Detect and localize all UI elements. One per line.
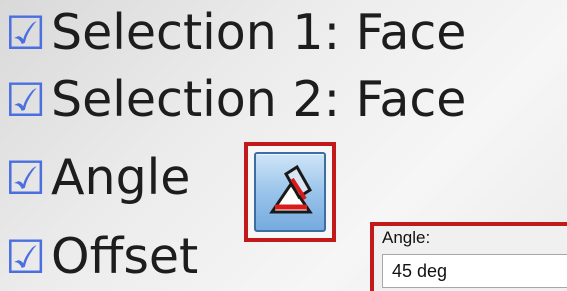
checklist-item-label: Angle — [51, 149, 191, 206]
checklist-item-selection-2: ☑ Selection 2: Face — [0, 70, 466, 130]
checklist-item-label: Selection 2: Face — [51, 71, 467, 128]
check-box-icon: ☑ — [5, 151, 47, 205]
check-box-icon: ☑ — [5, 6, 47, 60]
angle-field-label: Angle: — [382, 228, 431, 247]
check-box-icon: ☑ — [5, 230, 47, 284]
angle-mate-icon-frame — [254, 152, 326, 232]
checklist-item-offset: ☑ Offset — [0, 227, 198, 287]
checklist-item-selection-1: ☑ Selection 1: Face — [0, 3, 466, 63]
angle-property-panel: Angle: 45 deg — [370, 222, 567, 291]
angle-mate-icon — [269, 164, 313, 214]
angle-tool-button[interactable] — [244, 142, 336, 242]
angle-value-input[interactable]: 45 deg — [382, 254, 567, 288]
checklist-item-angle: ☑ Angle — [0, 148, 190, 208]
checklist-item-label: Offset — [51, 228, 199, 285]
checklist-item-label: Selection 1: Face — [51, 4, 467, 61]
check-box-icon: ☑ — [5, 73, 47, 127]
